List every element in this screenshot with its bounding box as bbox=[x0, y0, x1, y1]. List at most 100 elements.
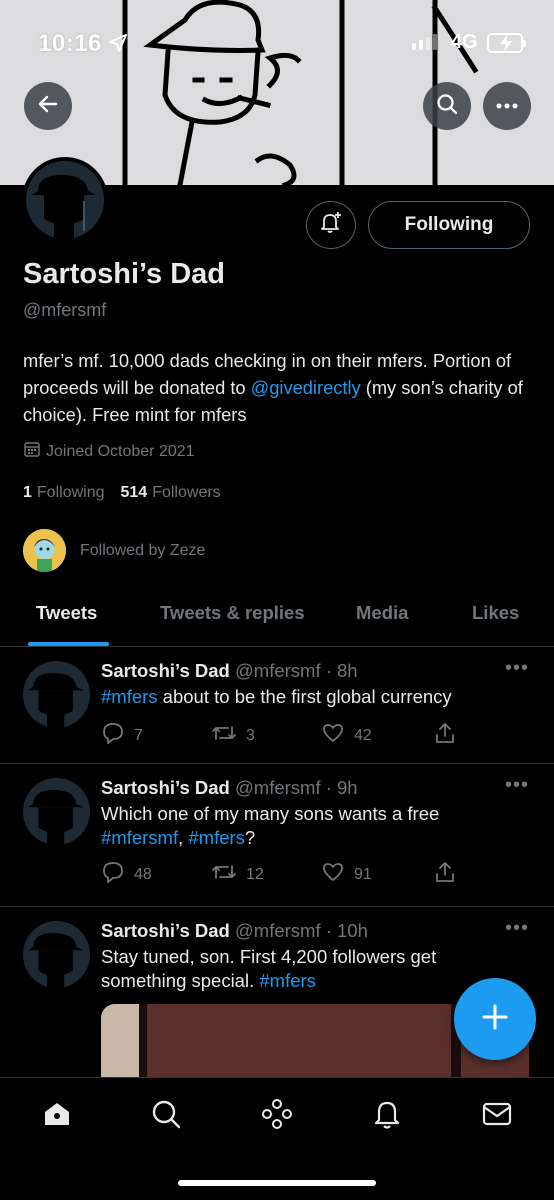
tweet-more-button[interactable]: ••• bbox=[505, 917, 529, 940]
compose-tweet-button[interactable] bbox=[454, 978, 536, 1060]
tweet-avatar[interactable] bbox=[23, 778, 90, 845]
retweet-count: 12 bbox=[246, 865, 264, 883]
bell-plus-icon bbox=[318, 210, 344, 241]
spaces-icon bbox=[260, 1097, 294, 1136]
reply-icon bbox=[101, 860, 125, 889]
calendar-icon bbox=[23, 440, 41, 463]
follow-counts: 1 Following 514 Followers bbox=[23, 484, 221, 502]
reply-button[interactable]: 7 bbox=[101, 721, 143, 750]
follower-avatar bbox=[23, 529, 66, 572]
reply-count: 48 bbox=[134, 865, 152, 883]
tweet-actions: 7 3 42 bbox=[101, 721, 521, 751]
tweet-text-part: Which one of my many sons wants a free bbox=[101, 803, 440, 824]
following-count: 1 bbox=[23, 484, 32, 501]
tab-likes[interactable]: Likes bbox=[472, 602, 519, 624]
tweet-author-name[interactable]: Sartoshi’s Dad bbox=[101, 777, 230, 798]
tweet-text-part: , bbox=[178, 827, 189, 848]
network-type: 4G bbox=[451, 31, 478, 53]
more-icon: ••• bbox=[505, 774, 530, 796]
tweet-avatar[interactable] bbox=[23, 921, 90, 988]
plus-icon bbox=[480, 1002, 510, 1037]
followers-count-link[interactable]: 514 Followers bbox=[121, 484, 221, 502]
followed-by-row[interactable]: Followed by Zeze bbox=[23, 529, 205, 572]
following-count-link[interactable]: 1 Following bbox=[23, 484, 105, 502]
heart-icon bbox=[321, 860, 345, 889]
tweet-header: Sartoshi’s Dad @mfersmf · 8h bbox=[101, 660, 358, 682]
retweet-button[interactable]: 12 bbox=[211, 860, 264, 889]
tweet-more-button[interactable]: ••• bbox=[505, 657, 529, 680]
status-time: 10:16 bbox=[38, 30, 102, 57]
like-button[interactable]: 42 bbox=[321, 721, 372, 750]
messages-icon bbox=[481, 1098, 513, 1135]
like-button[interactable]: 91 bbox=[321, 860, 372, 889]
profile-handle: @mfersmf bbox=[23, 300, 107, 320]
status-bar: 10:16 4G bbox=[0, 0, 554, 90]
nav-search[interactable] bbox=[148, 1098, 184, 1134]
tab-media[interactable]: Media bbox=[356, 602, 408, 624]
hashtag-link[interactable]: #mfersmf bbox=[101, 827, 178, 848]
search-icon bbox=[435, 92, 459, 121]
notify-button[interactable] bbox=[306, 201, 356, 249]
joined-date: Joined October 2021 bbox=[23, 440, 195, 463]
profile-name: Sartoshi’s Dad bbox=[23, 258, 225, 290]
share-icon bbox=[433, 860, 457, 889]
followed-by-text: Followed by Zeze bbox=[80, 541, 206, 559]
home-indicator bbox=[178, 1180, 376, 1186]
followers-count: 514 bbox=[120, 484, 148, 501]
more-icon bbox=[495, 97, 519, 115]
following-button[interactable]: Following bbox=[368, 201, 530, 249]
retweet-icon bbox=[211, 860, 237, 889]
charging-bolt-icon bbox=[497, 33, 515, 58]
nav-messages[interactable] bbox=[479, 1098, 515, 1134]
retweet-icon bbox=[211, 721, 237, 750]
share-button[interactable] bbox=[433, 721, 457, 750]
tweet-meta: @mfersmf · 9h bbox=[235, 777, 358, 798]
tweet-avatar[interactable] bbox=[23, 661, 90, 728]
following-label: Following bbox=[36, 484, 105, 501]
retweet-button[interactable]: 3 bbox=[211, 721, 255, 750]
tweet-header: Sartoshi’s Dad @mfersmf · 9h bbox=[101, 777, 358, 799]
tweet-text: Which one of my many sons wants a free #… bbox=[101, 802, 521, 850]
profile-avatar[interactable] bbox=[22, 157, 108, 243]
more-icon: ••• bbox=[505, 917, 530, 939]
tweet-actions: 48 12 91 bbox=[101, 860, 521, 890]
search-button[interactable] bbox=[423, 82, 471, 130]
hashtag-link[interactable]: #mfers bbox=[259, 970, 316, 991]
tweet-author-name[interactable]: Sartoshi’s Dad bbox=[101, 920, 230, 941]
reply-button[interactable]: 48 bbox=[101, 860, 152, 889]
tweet-text-part: about to be the first global currency bbox=[157, 686, 452, 707]
cellular-signal-icon bbox=[412, 34, 437, 50]
nav-spaces[interactable] bbox=[259, 1098, 295, 1134]
reply-count: 7 bbox=[134, 726, 143, 744]
like-count: 91 bbox=[354, 865, 372, 883]
followers-label: Followers bbox=[152, 484, 221, 501]
tweet-more-button[interactable]: ••• bbox=[505, 774, 529, 797]
tweet-text-part: ? bbox=[244, 827, 256, 848]
joined-text: Joined October 2021 bbox=[46, 442, 195, 460]
notifications-icon bbox=[371, 1098, 403, 1135]
active-tab-indicator bbox=[28, 642, 109, 646]
tweet-meta: @mfersmf · 10h bbox=[235, 920, 368, 941]
tab-tweets[interactable]: Tweets bbox=[36, 602, 97, 624]
arrow-left-icon bbox=[36, 92, 60, 121]
profile-tabs: Tweets Tweets & replies Media Likes bbox=[0, 585, 554, 647]
more-icon: ••• bbox=[505, 657, 530, 679]
share-button[interactable] bbox=[433, 860, 457, 889]
home-icon bbox=[41, 1098, 73, 1135]
tweet[interactable]: Sartoshi’s Dad @mfersmf · 8h ••• #mfers … bbox=[0, 647, 554, 764]
tweet-author-name[interactable]: Sartoshi’s Dad bbox=[101, 660, 230, 681]
nav-notifications[interactable] bbox=[369, 1098, 405, 1134]
hashtag-link[interactable]: #mfers bbox=[101, 686, 158, 707]
profile-bio: mfer’s mf. 10,000 dads checking in on th… bbox=[23, 347, 533, 428]
retweet-count: 3 bbox=[246, 726, 255, 744]
avatar-image bbox=[26, 161, 104, 239]
back-button[interactable] bbox=[24, 82, 72, 130]
hashtag-link[interactable]: #mfers bbox=[188, 827, 245, 848]
tweet-header: Sartoshi’s Dad @mfersmf · 10h bbox=[101, 920, 368, 942]
tweet[interactable]: Sartoshi’s Dad @mfersmf · 9h ••• Which o… bbox=[0, 764, 554, 907]
tab-tweets-replies[interactable]: Tweets & replies bbox=[160, 602, 305, 624]
tweet-meta: @mfersmf · 8h bbox=[235, 660, 358, 681]
bio-mention-link[interactable]: @givedirectly bbox=[251, 377, 361, 398]
nav-home[interactable] bbox=[39, 1098, 75, 1134]
more-options-button[interactable] bbox=[483, 82, 531, 130]
